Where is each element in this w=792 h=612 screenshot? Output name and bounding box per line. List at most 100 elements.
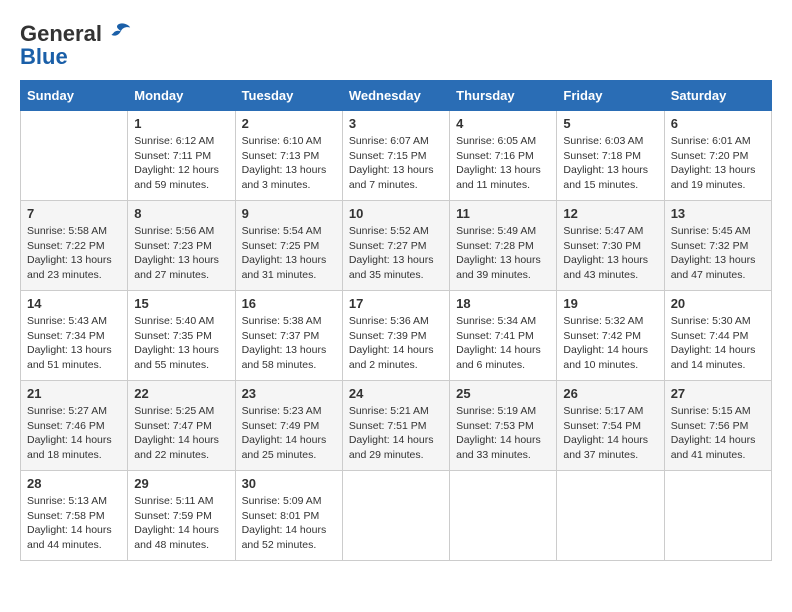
day-info: Sunrise: 5:56 AMSunset: 7:23 PMDaylight:… <box>134 224 228 283</box>
day-info: Sunrise: 5:13 AMSunset: 7:58 PMDaylight:… <box>27 494 121 553</box>
day-cell: 3 Sunrise: 6:07 AMSunset: 7:15 PMDaylight… <box>342 111 449 201</box>
day-cell <box>450 471 557 561</box>
day-cell: 26Sunrise: 5:17 AMSunset: 7:54 PMDayligh… <box>557 381 664 471</box>
day-cell: 14 Sunrise: 5:43 AMSunset: 7:34 PMDayligh… <box>21 291 128 381</box>
week-row-3: 14 Sunrise: 5:43 AMSunset: 7:34 PMDayligh… <box>21 291 772 381</box>
day-info: Sunrise: 5:40 AMSunset: 7:35 PMDaylight:… <box>134 314 228 373</box>
day-number: 23 <box>242 386 336 401</box>
day-cell: 25 Sunrise: 5:19 AMSunset: 7:53 PMDayligh… <box>450 381 557 471</box>
day-number: 8 <box>134 206 228 221</box>
day-cell: 28 Sunrise: 5:13 AMSunset: 7:58 PMDayligh… <box>21 471 128 561</box>
day-info: Sunrise: 5:38 AMSunset: 7:37 PMDaylight:… <box>242 314 336 373</box>
week-row-4: 21Sunrise: 5:27 AMSunset: 7:46 PMDayligh… <box>21 381 772 471</box>
logo: General Blue <box>20 20 132 70</box>
day-info: Sunrise: 5:34 AMSunset: 7:41 PMDaylight:… <box>456 314 550 373</box>
page-header: General Blue <box>20 20 772 70</box>
day-cell: 30 Sunrise: 5:09 AMSunset: 8:01 PMDayligh… <box>235 471 342 561</box>
day-number: 25 <box>456 386 550 401</box>
header-day-tuesday: Tuesday <box>235 81 342 111</box>
day-info: Sunrise: 5:36 AMSunset: 7:39 PMDaylight:… <box>349 314 443 373</box>
day-cell <box>21 111 128 201</box>
header-day-saturday: Saturday <box>664 81 771 111</box>
logo-text: General Blue <box>20 20 132 70</box>
day-info: Sunrise: 5:23 AMSunset: 7:49 PMDaylight:… <box>242 404 336 463</box>
day-cell: 21Sunrise: 5:27 AMSunset: 7:46 PMDayligh… <box>21 381 128 471</box>
day-info: Sunrise: 5:25 AMSunset: 7:47 PMDaylight:… <box>134 404 228 463</box>
header-day-wednesday: Wednesday <box>342 81 449 111</box>
day-cell: 23 Sunrise: 5:23 AMSunset: 7:49 PMDayligh… <box>235 381 342 471</box>
day-cell: 24 Sunrise: 5:21 AMSunset: 7:51 PMDayligh… <box>342 381 449 471</box>
day-cell <box>664 471 771 561</box>
day-cell: 17 Sunrise: 5:36 AMSunset: 7:39 PMDayligh… <box>342 291 449 381</box>
day-number: 15 <box>134 296 228 311</box>
logo-bird-icon <box>104 20 132 48</box>
day-number: 13 <box>671 206 765 221</box>
day-number: 12 <box>563 206 657 221</box>
day-cell: 10 Sunrise: 5:52 AMSunset: 7:27 PMDayligh… <box>342 201 449 291</box>
logo-general: General <box>20 21 102 46</box>
day-info: Sunrise: 6:01 AMSunset: 7:20 PMDaylight:… <box>671 134 765 193</box>
day-cell: 15 Sunrise: 5:40 AMSunset: 7:35 PMDayligh… <box>128 291 235 381</box>
day-info: Sunrise: 5:21 AMSunset: 7:51 PMDaylight:… <box>349 404 443 463</box>
day-number: 16 <box>242 296 336 311</box>
day-number: 3 <box>349 116 443 131</box>
day-info: Sunrise: 6:12 AMSunset: 7:11 PMDaylight:… <box>134 134 228 193</box>
day-number: 4 <box>456 116 550 131</box>
header-day-sunday: Sunday <box>21 81 128 111</box>
day-number: 28 <box>27 476 121 491</box>
week-row-2: 7 Sunrise: 5:58 AMSunset: 7:22 PMDaylight… <box>21 201 772 291</box>
day-info: Sunrise: 5:45 AMSunset: 7:32 PMDaylight:… <box>671 224 765 283</box>
day-cell: 5 Sunrise: 6:03 AMSunset: 7:18 PMDaylight… <box>557 111 664 201</box>
day-number: 17 <box>349 296 443 311</box>
day-number: 19 <box>563 296 657 311</box>
day-cell: 22 Sunrise: 5:25 AMSunset: 7:47 PMDayligh… <box>128 381 235 471</box>
header-day-monday: Monday <box>128 81 235 111</box>
day-info: Sunrise: 6:05 AMSunset: 7:16 PMDaylight:… <box>456 134 550 193</box>
day-cell: 29Sunrise: 5:11 AMSunset: 7:59 PMDayligh… <box>128 471 235 561</box>
day-number: 6 <box>671 116 765 131</box>
day-info: Sunrise: 5:30 AMSunset: 7:44 PMDaylight:… <box>671 314 765 373</box>
day-number: 7 <box>27 206 121 221</box>
day-cell: 20 Sunrise: 5:30 AMSunset: 7:44 PMDayligh… <box>664 291 771 381</box>
day-info: Sunrise: 6:07 AMSunset: 7:15 PMDaylight:… <box>349 134 443 193</box>
day-number: 24 <box>349 386 443 401</box>
day-info: Sunrise: 5:32 AMSunset: 7:42 PMDaylight:… <box>563 314 657 373</box>
day-info: Sunrise: 5:15 AMSunset: 7:56 PMDaylight:… <box>671 404 765 463</box>
day-number: 20 <box>671 296 765 311</box>
day-number: 9 <box>242 206 336 221</box>
day-number: 22 <box>134 386 228 401</box>
calendar-table: SundayMondayTuesdayWednesdayThursdayFrid… <box>20 80 772 561</box>
day-cell: 12Sunrise: 5:47 AMSunset: 7:30 PMDayligh… <box>557 201 664 291</box>
day-cell: 27 Sunrise: 5:15 AMSunset: 7:56 PMDayligh… <box>664 381 771 471</box>
header-day-thursday: Thursday <box>450 81 557 111</box>
day-number: 1 <box>134 116 228 131</box>
day-info: Sunrise: 5:54 AMSunset: 7:25 PMDaylight:… <box>242 224 336 283</box>
day-cell: 18 Sunrise: 5:34 AMSunset: 7:41 PMDayligh… <box>450 291 557 381</box>
day-number: 26 <box>563 386 657 401</box>
day-info: Sunrise: 5:09 AMSunset: 8:01 PMDaylight:… <box>242 494 336 553</box>
day-number: 29 <box>134 476 228 491</box>
day-cell: 7 Sunrise: 5:58 AMSunset: 7:22 PMDaylight… <box>21 201 128 291</box>
day-cell: 6 Sunrise: 6:01 AMSunset: 7:20 PMDaylight… <box>664 111 771 201</box>
day-number: 5 <box>563 116 657 131</box>
day-number: 14 <box>27 296 121 311</box>
logo-blue-text: Blue <box>20 44 68 69</box>
day-number: 30 <box>242 476 336 491</box>
day-info: Sunrise: 5:58 AMSunset: 7:22 PMDaylight:… <box>27 224 121 283</box>
day-number: 27 <box>671 386 765 401</box>
day-info: Sunrise: 5:19 AMSunset: 7:53 PMDaylight:… <box>456 404 550 463</box>
day-info: Sunrise: 6:03 AMSunset: 7:18 PMDaylight:… <box>563 134 657 193</box>
day-cell <box>557 471 664 561</box>
day-info: Sunrise: 5:52 AMSunset: 7:27 PMDaylight:… <box>349 224 443 283</box>
week-row-1: 1 Sunrise: 6:12 AMSunset: 7:11 PMDaylight… <box>21 111 772 201</box>
day-cell <box>342 471 449 561</box>
header-day-friday: Friday <box>557 81 664 111</box>
header-row: SundayMondayTuesdayWednesdayThursdayFrid… <box>21 81 772 111</box>
day-info: Sunrise: 5:43 AMSunset: 7:34 PMDaylight:… <box>27 314 121 373</box>
day-number: 18 <box>456 296 550 311</box>
day-cell: 16 Sunrise: 5:38 AMSunset: 7:37 PMDayligh… <box>235 291 342 381</box>
day-cell: 11Sunrise: 5:49 AMSunset: 7:28 PMDayligh… <box>450 201 557 291</box>
day-info: Sunrise: 5:49 AMSunset: 7:28 PMDaylight:… <box>456 224 550 283</box>
day-number: 10 <box>349 206 443 221</box>
day-info: Sunrise: 5:27 AMSunset: 7:46 PMDaylight:… <box>27 404 121 463</box>
